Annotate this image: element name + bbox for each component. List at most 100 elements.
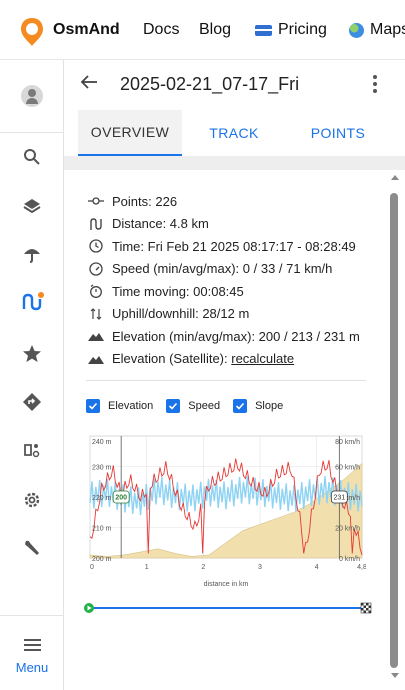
y-right-tick-label: 60 km/h: [335, 465, 360, 472]
account-icon: [21, 85, 43, 107]
info-row-elevation-satellite: Elevation (Satellite): recalculate: [86, 348, 386, 371]
x-axis-label: distance in km: [204, 581, 249, 588]
x-tick-label: 2: [201, 564, 205, 571]
distance-icon: [86, 217, 106, 231]
track-title: 2025-02-21_07-17_Fri: [120, 74, 300, 94]
start-handle-icon[interactable]: [84, 603, 94, 613]
points-icon: [86, 196, 106, 206]
scroll-up-arrow-icon[interactable]: [391, 175, 399, 180]
sidebar-item-plugins[interactable]: [0, 430, 64, 470]
menu-button-label[interactable]: Menu: [0, 660, 64, 675]
y-left-tick-label: 200 m: [92, 556, 112, 563]
layers-icon: [23, 199, 41, 214]
tab-points[interactable]: POINTS: [286, 110, 390, 156]
mountain-icon: [86, 354, 106, 364]
scroll-down-arrow-icon[interactable]: [391, 673, 399, 678]
info-row-time-moving: Time moving: 00:08:45: [86, 280, 386, 303]
elevation-checkbox[interactable]: [86, 399, 100, 413]
sidebar-divider: [0, 132, 64, 133]
sidebar-item-weather[interactable]: [0, 234, 64, 274]
sidebar-item-search[interactable]: [0, 137, 64, 177]
nav-pricing-link[interactable]: Pricing: [255, 21, 327, 39]
speed-checkbox[interactable]: [166, 399, 181, 413]
back-arrow-icon[interactable]: [80, 74, 98, 90]
gear-icon: [24, 492, 40, 508]
tab-track[interactable]: TRACK: [182, 110, 286, 156]
y-right-tick-label: 20 km/h: [335, 526, 360, 533]
tracks-icon: [22, 292, 44, 311]
info-time: Time: Fri Feb 21 2025 08:17:17 - 08:28:4…: [112, 238, 356, 254]
plugins-icon: [24, 444, 40, 458]
credit-card-icon: [255, 24, 272, 36]
hamburger-menu-icon[interactable]: [24, 639, 41, 651]
recalculate-link[interactable]: recalculate: [231, 351, 294, 366]
info-uphill: Uphill/downhill: 28/12 m: [112, 306, 250, 322]
marker-badge-right-label: 231: [333, 495, 345, 502]
marker-badge-left-label: 200: [115, 495, 127, 502]
left-sidebar: Menu: [0, 60, 64, 690]
track-tabs: OVERVIEW TRACK POINTS: [78, 110, 390, 156]
up-down-arrows-icon: [86, 307, 106, 321]
nav-blog-link[interactable]: Blog: [199, 21, 231, 39]
info-separator: [86, 380, 366, 381]
x-tick-label: 3: [258, 564, 262, 571]
info-elevation-satellite-label: Elevation (Satellite):: [112, 351, 232, 367]
info-time-moving: Time moving: 00:08:45: [112, 283, 244, 299]
x-tick-label: 4,8: [357, 564, 366, 571]
sidebar-item-tools[interactable]: [0, 528, 64, 568]
y-right-tick-label: 80 km/h: [335, 439, 360, 446]
sidebar-item-settings[interactable]: [0, 480, 64, 520]
timer-icon: [86, 284, 106, 299]
tab-overview[interactable]: OVERVIEW: [78, 110, 182, 156]
info-row-time: Time: Fri Feb 21 2025 08:17:17 - 08:28:4…: [86, 235, 386, 258]
x-tick-label: 0: [90, 564, 94, 571]
y-left-tick-label: 220 m: [92, 495, 112, 502]
y-left-tick-label: 240 m: [92, 439, 112, 446]
sidebar-item-layers[interactable]: [0, 186, 64, 226]
elevation-checkbox-label: Elevation: [108, 400, 154, 412]
track-range-slider[interactable]: [82, 601, 372, 615]
section-divider-bar: [64, 156, 405, 170]
info-row-distance: Distance: 4.8 km: [86, 213, 386, 236]
info-speed: Speed (min/avg/max): 0 / 33 / 71 km/h: [112, 261, 333, 277]
wrench-icon: [25, 540, 39, 555]
mountain-icon: [86, 331, 106, 342]
x-tick-label: 1: [145, 564, 149, 571]
info-row-points: Points: 226: [86, 190, 386, 213]
info-row-elevation: Elevation (min/avg/max): 200 / 213 / 231…: [86, 325, 386, 348]
info-points: Points: 226: [112, 193, 178, 209]
clock-icon: [86, 239, 106, 253]
sidebar-divider: [0, 615, 64, 616]
nav-docs-link[interactable]: Docs: [143, 21, 179, 39]
sidebar-item-navigation[interactable]: [0, 382, 64, 422]
globe-icon: [349, 22, 364, 38]
info-elevation: Elevation (min/avg/max): 200 / 213 / 231…: [112, 328, 360, 344]
search-icon: [24, 149, 40, 165]
brand-link[interactable]: OsmAnd: [53, 21, 120, 39]
sidebar-item-favorites[interactable]: [0, 334, 64, 374]
y-left-tick-label: 230 m: [92, 465, 112, 472]
elevation-speed-chart[interactable]: 240 m 230 m 220 m 210 m 200 m 80 km/h 60 km/h 4…: [86, 428, 366, 593]
sidebar-item-tracks[interactable]: [0, 282, 64, 322]
sidebar-item-account[interactable]: [0, 76, 64, 116]
slope-checkbox[interactable]: [233, 399, 248, 413]
nav-maps-label: Maps: [370, 21, 405, 38]
nav-pricing-label: Pricing: [278, 21, 327, 38]
info-distance: Distance: 4.8 km: [112, 216, 209, 232]
umbrella-icon: [24, 249, 40, 263]
y-right-tick-label: 0 km/h: [339, 556, 360, 563]
star-icon: [23, 345, 41, 362]
nav-maps-link[interactable]: Maps: [349, 21, 405, 39]
slope-checkbox-label: Slope: [255, 400, 284, 412]
info-row-speed: Speed (min/avg/max): 0 / 33 / 71 km/h: [86, 258, 386, 281]
speed-checkbox-label: Speed: [188, 400, 221, 412]
info-row-uphill: Uphill/downhill: 28/12 m: [86, 303, 386, 326]
finish-flag-icon[interactable]: [360, 602, 372, 614]
speedometer-icon: [86, 262, 106, 276]
osmand-logo-icon[interactable]: [20, 17, 44, 47]
y-left-tick-label: 210 m: [92, 526, 112, 533]
scrollbar-thumb[interactable]: [390, 193, 398, 668]
top-navigation-bar: OsmAnd Docs Blog Pricing Maps: [0, 0, 405, 60]
more-options-icon[interactable]: [373, 75, 377, 93]
x-tick-label: 4: [315, 564, 319, 571]
